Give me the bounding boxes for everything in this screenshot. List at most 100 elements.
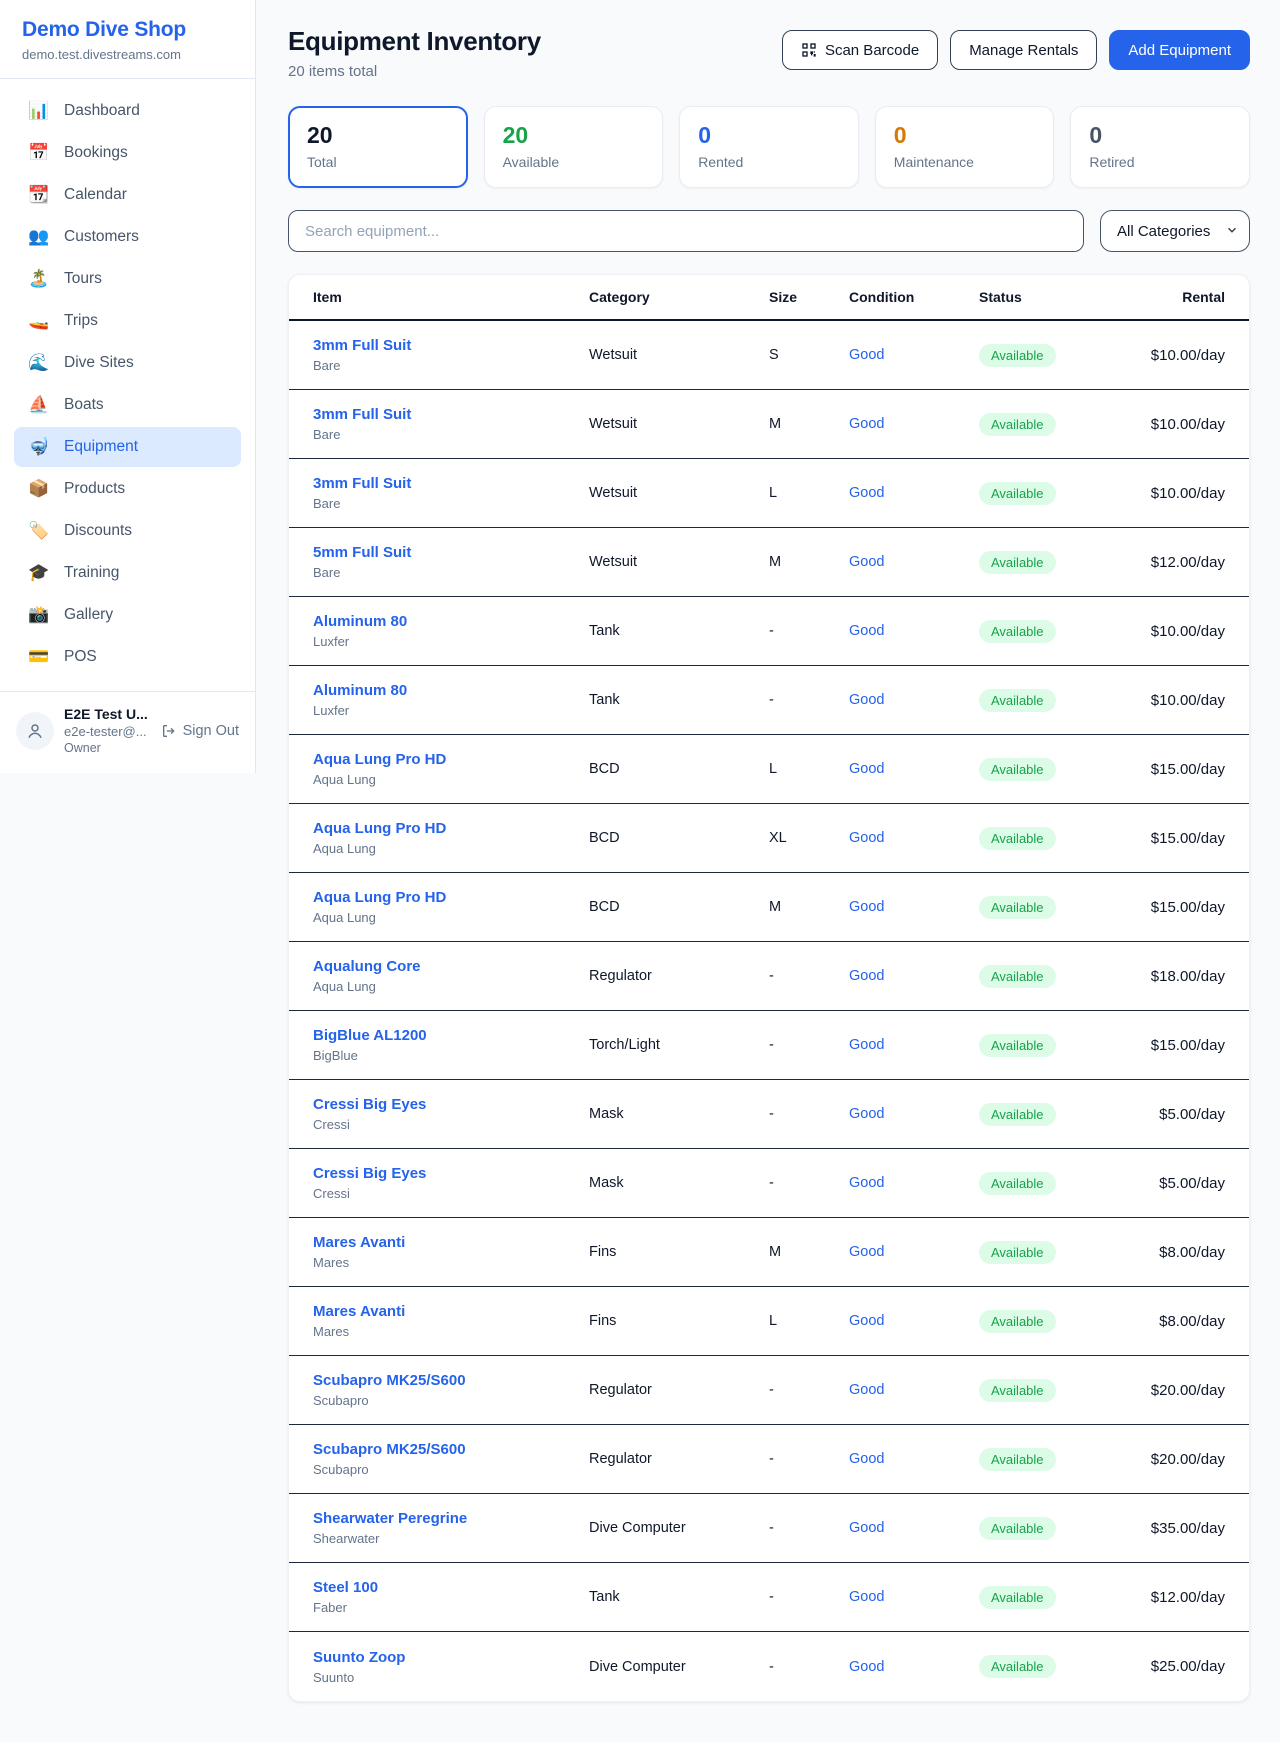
item-name-link[interactable]: Scubapro MK25/S600 [313,1441,589,1458]
item-category: Fins [589,1313,769,1329]
stat-card-retired[interactable]: 0 Retired [1070,106,1250,188]
item-condition-link[interactable]: Good [849,1589,979,1605]
item-brand: Bare [313,358,589,373]
item-name-link[interactable]: 3mm Full Suit [313,475,589,492]
item-condition-link[interactable]: Good [849,554,979,570]
sidebar-item-customers[interactable]: 👥 Customers [14,217,241,257]
item-category: Regulator [589,968,769,984]
item-condition-link[interactable]: Good [849,1313,979,1329]
item-name-link[interactable]: Aluminum 80 [313,682,589,699]
item-brand: Bare [313,565,589,580]
manage-rentals-button[interactable]: Manage Rentals [950,30,1097,70]
status-badge: Available [979,1172,1056,1195]
sidebar-item-dashboard[interactable]: 📊 Dashboard [14,91,241,131]
item-condition-link[interactable]: Good [849,1037,979,1053]
item-condition-link[interactable]: Good [849,692,979,708]
table-row: Aqua Lung Pro HD Aqua Lung BCD L Good Av… [289,735,1249,804]
sidebar-item-pos[interactable]: 💳 POS [14,637,241,677]
sidebar-item-label: Gallery [64,606,113,624]
item-condition-link[interactable]: Good [849,968,979,984]
item-size: L [769,485,849,501]
sign-out-button[interactable]: Sign Out [161,723,239,739]
table-row: 5mm Full Suit Bare Wetsuit M Good Availa… [289,528,1249,597]
manage-rentals-label: Manage Rentals [969,42,1078,59]
item-condition-link[interactable]: Good [849,1451,979,1467]
scan-barcode-button[interactable]: Scan Barcode [782,30,938,70]
sidebar-item-equipment[interactable]: 🤿 Equipment [14,427,241,467]
stat-card-rented[interactable]: 0 Rented [679,106,859,188]
item-condition-link[interactable]: Good [849,1659,979,1675]
item-name-link[interactable]: Mares Avanti [313,1303,589,1320]
bookings-icon: 📅 [28,143,50,163]
item-condition-link[interactable]: Good [849,830,979,846]
item-size: L [769,1313,849,1329]
item-condition-link[interactable]: Good [849,1175,979,1191]
status-badge: Available [979,551,1056,574]
item-name-link[interactable]: Mares Avanti [313,1234,589,1251]
stat-card-available[interactable]: 20 Available [484,106,664,188]
sidebar-item-calendar[interactable]: 📆 Calendar [14,175,241,215]
item-name-link[interactable]: Aqua Lung Pro HD [313,889,589,906]
header-actions: Scan Barcode Manage Rentals Add Equipmen… [782,30,1250,70]
boats-icon: ⛵ [28,395,50,415]
item-brand: Aqua Lung [313,979,589,994]
item-name-link[interactable]: Cressi Big Eyes [313,1165,589,1182]
item-condition-link[interactable]: Good [849,485,979,501]
item-condition-link[interactable]: Good [849,416,979,432]
dashboard-icon: 📊 [28,101,50,121]
item-brand: Scubapro [313,1462,589,1477]
sidebar-item-discounts[interactable]: 🏷️ Discounts [14,511,241,551]
item-brand: Bare [313,427,589,442]
item-name-link[interactable]: Suunto Zoop [313,1649,589,1666]
item-category: Tank [589,692,769,708]
add-equipment-button[interactable]: Add Equipment [1109,30,1250,70]
stat-label: Available [503,154,645,170]
sidebar-item-dive-sites[interactable]: 🌊 Dive Sites [14,343,241,383]
search-input[interactable] [288,210,1084,252]
sidebar-item-gallery[interactable]: 📸 Gallery [14,595,241,635]
item-rental-price: $10.00/day [1139,347,1225,364]
brand-name[interactable]: Demo Dive Shop [22,18,233,42]
sidebar-item-boats[interactable]: ⛵ Boats [14,385,241,425]
item-name-link[interactable]: Scubapro MK25/S600 [313,1372,589,1389]
stat-card-total[interactable]: 20 Total [288,106,468,188]
item-condition-link[interactable]: Good [849,899,979,915]
item-name-link[interactable]: BigBlue AL1200 [313,1027,589,1044]
item-name-link[interactable]: Aqua Lung Pro HD [313,820,589,837]
item-condition-link[interactable]: Good [849,623,979,639]
sidebar-item-tours[interactable]: 🏝️ Tours [14,259,241,299]
item-brand: Scubapro [313,1393,589,1408]
item-condition-link[interactable]: Good [849,1106,979,1122]
item-name-link[interactable]: Cressi Big Eyes [313,1096,589,1113]
item-category: Regulator [589,1451,769,1467]
sidebar-item-label: Equipment [64,438,138,456]
table-row: Aqua Lung Pro HD Aqua Lung BCD M Good Av… [289,873,1249,942]
sidebar-item-training[interactable]: 🎓 Training [14,553,241,593]
item-category: BCD [589,899,769,915]
category-select[interactable]: All Categories [1100,210,1250,252]
stat-value: 0 [698,122,840,149]
sidebar-item-label: Calendar [64,186,127,204]
sidebar-item-label: Bookings [64,144,128,162]
sidebar-item-bookings[interactable]: 📅 Bookings [14,133,241,173]
item-name-link[interactable]: 5mm Full Suit [313,544,589,561]
item-condition-link[interactable]: Good [849,1244,979,1260]
item-name-link[interactable]: 3mm Full Suit [313,337,589,354]
sidebar-item-trips[interactable]: 🚤 Trips [14,301,241,341]
table-row: Shearwater Peregrine Shearwater Dive Com… [289,1494,1249,1563]
item-condition-link[interactable]: Good [849,761,979,777]
item-name-link[interactable]: Steel 100 [313,1579,589,1596]
item-name-link[interactable]: Aqua Lung Pro HD [313,751,589,768]
stat-card-maintenance[interactable]: 0 Maintenance [875,106,1055,188]
sidebar-item-label: Products [64,480,125,498]
item-condition-link[interactable]: Good [849,347,979,363]
table-row: Aluminum 80 Luxfer Tank - Good Available… [289,666,1249,735]
item-condition-link[interactable]: Good [849,1520,979,1536]
item-condition-link[interactable]: Good [849,1382,979,1398]
item-name-link[interactable]: 3mm Full Suit [313,406,589,423]
item-name-link[interactable]: Shearwater Peregrine [313,1510,589,1527]
item-name-link[interactable]: Aqualung Core [313,958,589,975]
sidebar-item-products[interactable]: 📦 Products [14,469,241,509]
item-name-link[interactable]: Aluminum 80 [313,613,589,630]
item-size: M [769,554,849,570]
